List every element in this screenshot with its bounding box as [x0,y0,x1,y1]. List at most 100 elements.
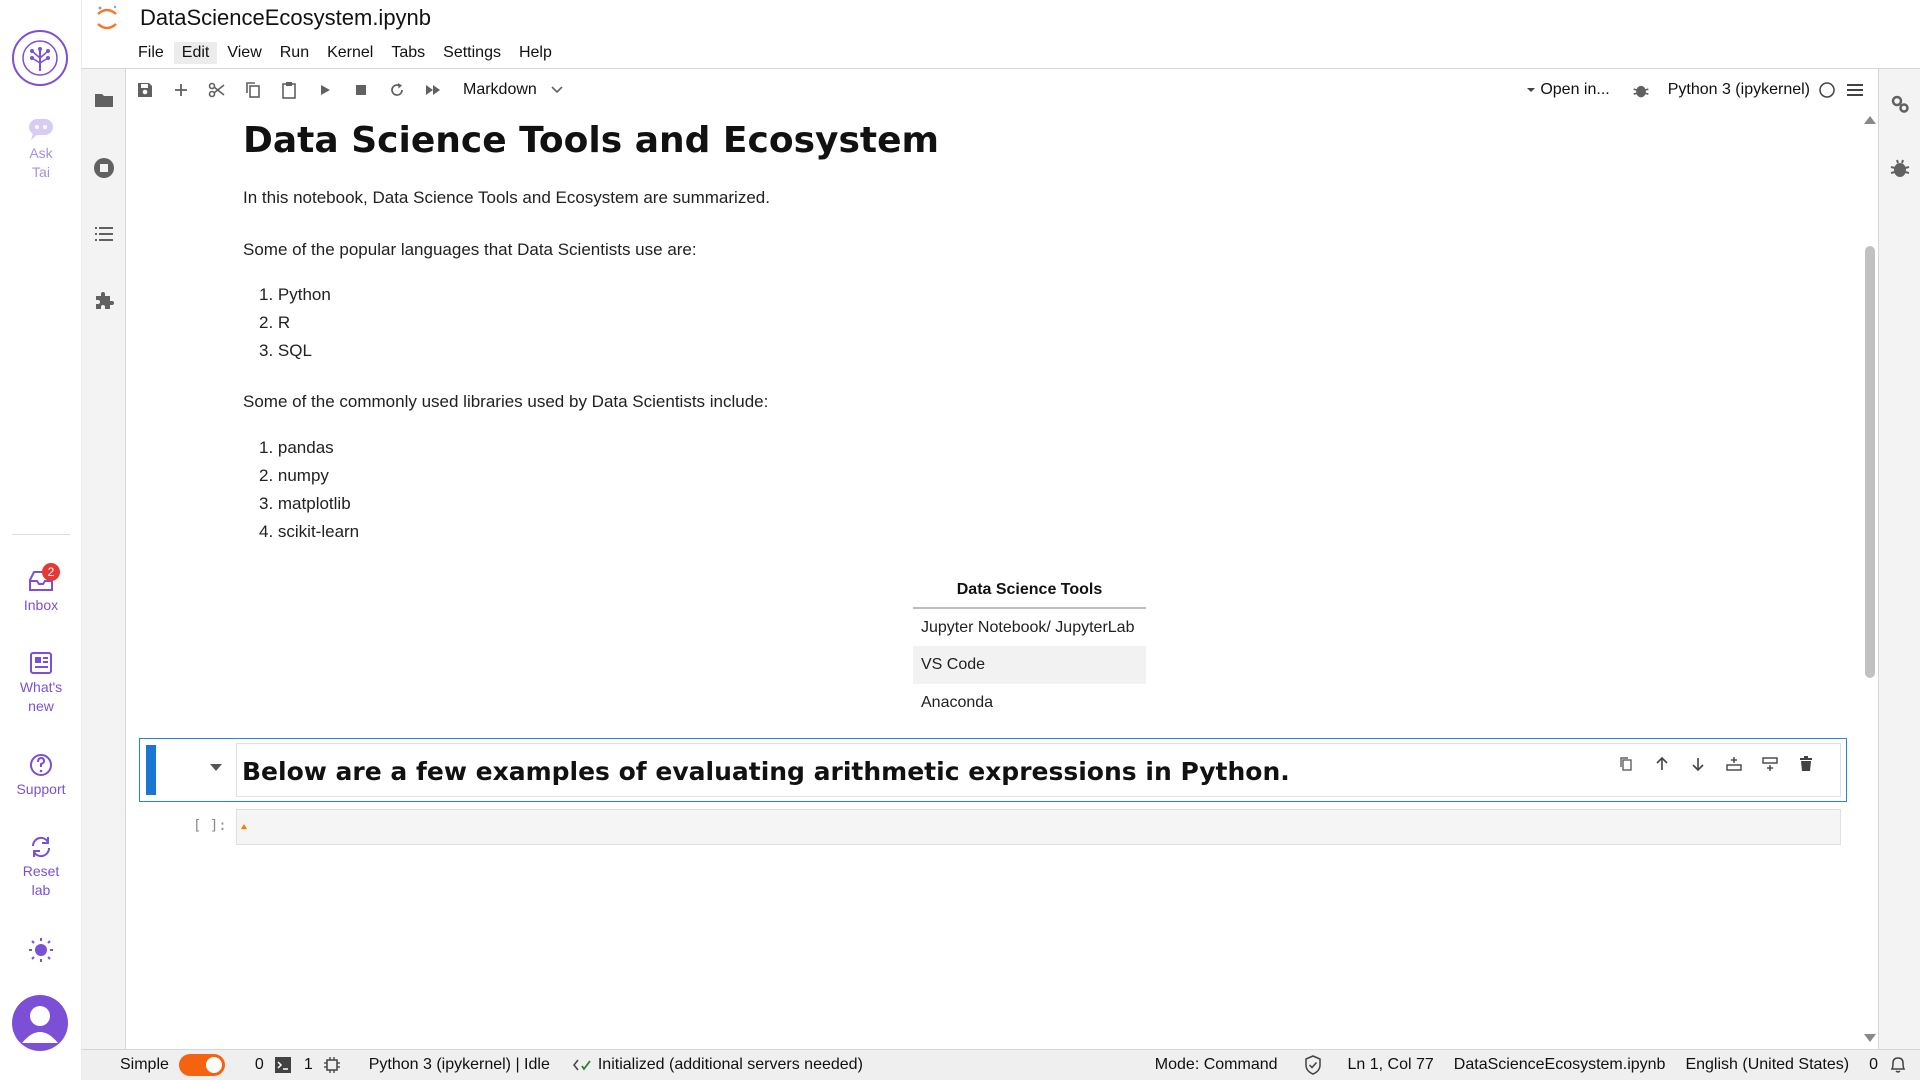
chevron-down-icon [551,86,563,94]
chat-bot-icon [29,119,53,140]
table-row: Jupyter Notebook/ JupyterLab [921,618,1135,636]
bell-icon[interactable] [1888,1055,1908,1075]
skills-rail: Ask Tai Inbox 2 What's new Support Reset… [0,0,82,1080]
cell-collapser-bar[interactable] [146,745,156,795]
hamburger-menu-icon[interactable] [1846,82,1864,98]
kernel-name-button[interactable]: Python 3 (ipykernel) [1668,81,1810,99]
lsp-status[interactable]: Initialized (additional servers needed) [572,1056,863,1074]
app-logo-icon[interactable] [12,30,68,86]
ask-tai-button[interactable]: Ask Tai [0,116,82,182]
debugger-toggle-icon[interactable] [1632,81,1650,99]
display-language[interactable]: English (United States) [1685,1056,1849,1074]
cell-content[interactable]: Below are a few examples of evaluating a… [236,743,1841,797]
newspaper-icon [30,652,52,674]
simple-mode-label: Simple [120,1056,169,1073]
cut-button[interactable] [199,74,235,106]
notifications-count: 0 [1869,1056,1878,1073]
menu-tabs[interactable]: Tabs [383,42,433,64]
table-of-contents-icon[interactable] [93,223,115,245]
collapse-heading-icon[interactable] [210,764,222,771]
right-sidebar [1878,69,1920,1049]
property-inspector-icon[interactable] [1889,93,1911,115]
rail-divider [12,534,70,535]
table-row: Anaconda [921,694,994,711]
menu-help[interactable]: Help [511,42,560,64]
refresh-icon [31,836,51,858]
reset-lab-button[interactable]: Reset lab [0,834,82,900]
restart-run-all-button[interactable] [415,74,451,106]
kernels-count: 1 [303,1056,313,1073]
left-sidebar [82,69,126,1049]
running-sessions-icon[interactable] [93,157,115,179]
libraries-list: 1. pandas 2. numpy 3. matplotlib 4. scik… [243,434,1743,546]
cursor-position[interactable]: Ln 1, Col 77 [1348,1056,1434,1074]
inbox-label: Inbox [23,597,59,613]
folder-icon[interactable] [93,89,115,111]
paste-button[interactable] [271,74,307,106]
menubar: File Edit View Run Kernel Tabs Settings … [130,42,562,64]
active-markdown-cell[interactable]: Below are a few examples of evaluating a… [139,738,1847,802]
insert-cell-below-button[interactable] [1752,752,1788,776]
cell-type-select[interactable]: Markdown [463,81,563,99]
terminals-status[interactable]: 0 1 [255,1056,341,1074]
theme-toggle-button[interactable] [0,936,82,966]
kernel-status-circle-icon [1819,82,1835,98]
cursor-marker-icon [241,824,247,829]
insert-cell-above-button[interactable] [1716,752,1752,776]
insert-cell-button[interactable] [163,74,199,106]
whats-new-button[interactable]: What's new [0,650,82,716]
kernel-status[interactable]: Python 3 (ipykernel) | Idle [369,1056,550,1074]
menu-view[interactable]: View [219,42,269,64]
sun-icon [29,938,53,962]
scroll-down-icon[interactable] [1864,1034,1876,1042]
menu-kernel[interactable]: Kernel [319,42,381,64]
inbox-badge: 2 [42,563,60,581]
menu-edit[interactable]: Edit [173,42,218,64]
code-check-icon [572,1059,591,1071]
code-cell-editor[interactable] [236,809,1841,845]
lsp-status-label: Initialized (additional servers needed) [597,1056,863,1073]
run-cell-button[interactable] [307,74,343,106]
table-row: VS Code [913,646,1146,684]
simple-mode-item: Simple [120,1054,225,1076]
copy-button[interactable] [235,74,271,106]
interrupt-kernel-button[interactable] [343,74,379,106]
insert-above-icon [1726,757,1742,771]
menu-run[interactable]: Run [272,42,317,64]
scrollbar-thumb[interactable] [1865,246,1875,678]
fast-forward-icon [426,85,440,95]
reset-lab-label-2: lab [31,882,51,898]
delete-cell-button[interactable] [1788,752,1824,776]
user-icon [22,1006,58,1043]
save-button[interactable] [127,74,163,106]
toolbar-right: Open in... Python 3 (ipykernel) [1512,70,1878,110]
shield-check-icon[interactable] [1304,1055,1322,1075]
document-title: DataScienceEcosystem.ipynb [140,5,432,30]
debugger-bug-icon[interactable] [1889,157,1911,179]
scroll-up-icon[interactable] [1864,116,1876,124]
clipboard-icon [282,82,296,99]
jupyter-logo-icon [96,4,118,34]
save-icon [138,83,152,97]
simple-mode-toggle[interactable] [178,1054,225,1076]
open-in-button[interactable]: Open in... [1526,81,1610,99]
support-label: Support [16,781,66,797]
move-cell-up-button[interactable] [1644,752,1680,776]
cell-toolbar [1608,752,1824,776]
cell-type-value: Markdown [463,81,537,98]
extensions-icon[interactable] [93,289,115,311]
inbox-button[interactable]: Inbox [0,568,82,615]
move-cell-down-button[interactable] [1680,752,1716,776]
menu-settings[interactable]: Settings [435,42,509,64]
support-button[interactable]: Support [0,752,82,799]
notebook-scrollbar[interactable] [1861,110,1878,1049]
insert-below-icon [1762,757,1778,771]
restart-kernel-button[interactable] [379,74,415,106]
list-item: 4. scikit-learn [259,522,360,541]
list-item: 3. matplotlib [259,494,351,513]
user-avatar[interactable] [12,995,68,1051]
help-circle-icon [30,754,52,776]
duplicate-cell-button[interactable] [1608,752,1644,776]
menu-file[interactable]: File [130,42,172,64]
kernel-chip-icon [323,1057,340,1073]
